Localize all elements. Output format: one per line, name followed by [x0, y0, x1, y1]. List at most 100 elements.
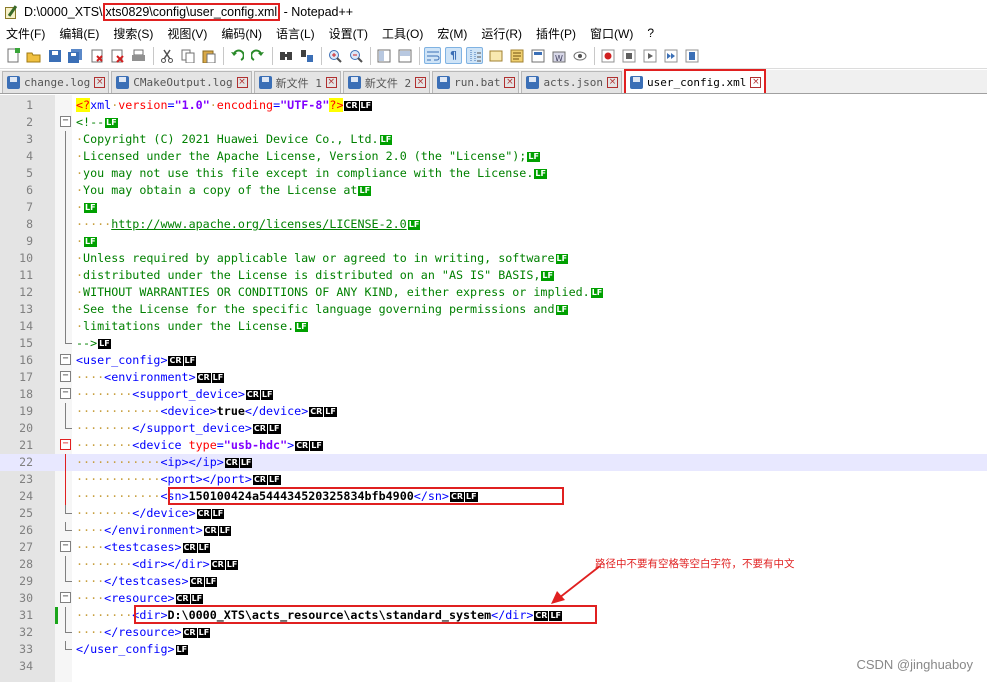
- word-wrap-icon[interactable]: [424, 47, 441, 64]
- close-all-icon[interactable]: [109, 47, 126, 64]
- close-icon[interactable]: ×: [607, 77, 619, 88]
- line-number: 8: [26, 217, 33, 231]
- close-icon[interactable]: ×: [94, 77, 106, 88]
- macro-stop-icon[interactable]: [620, 47, 637, 64]
- fold-toggle-icon[interactable]: −: [60, 592, 71, 603]
- code-line: 30− ····<resource> CR LF: [0, 590, 987, 607]
- saved-file-icon: [347, 76, 361, 89]
- line-number: 25: [19, 506, 33, 520]
- sync-horizontal-icon[interactable]: [396, 47, 413, 64]
- menu-window[interactable]: 窗口(W): [590, 25, 633, 42]
- zoom-in-icon[interactable]: [326, 47, 343, 64]
- user-language-icon[interactable]: [487, 47, 504, 64]
- menu-language[interactable]: 语言(L): [276, 25, 315, 42]
- fold-toggle-icon[interactable]: −: [60, 388, 71, 399]
- menu-plugins[interactable]: 插件(P): [536, 25, 576, 42]
- menu-edit[interactable]: 编辑(E): [59, 25, 99, 42]
- close-icon[interactable]: ×: [325, 77, 337, 88]
- line-number: 33: [19, 642, 33, 656]
- menu-view[interactable]: 视图(V): [167, 25, 207, 42]
- menu-file[interactable]: 文件(F): [6, 25, 45, 42]
- fold-toggle-icon[interactable]: −: [60, 116, 71, 127]
- code-line: 25 ········</device> CR LF: [0, 505, 987, 522]
- document-map-icon[interactable]: [508, 47, 525, 64]
- tab-change-log[interactable]: change.log ×: [2, 71, 110, 93]
- saved-file-icon: [258, 76, 272, 89]
- find-icon[interactable]: [277, 47, 294, 64]
- line-number: 1: [26, 98, 33, 112]
- menu-encoding[interactable]: 编码(N): [221, 25, 262, 42]
- code-line: 18− ········<support_device> CR LF: [0, 386, 987, 403]
- code-line: 9 · LF: [0, 233, 987, 250]
- close-file-icon[interactable]: [88, 47, 105, 64]
- fold-toggle-icon[interactable]: −: [60, 371, 71, 382]
- fold-toggle-icon[interactable]: −: [60, 439, 71, 450]
- close-icon[interactable]: ×: [236, 77, 248, 88]
- fold-toggle-icon[interactable]: −: [60, 541, 71, 552]
- title-prefix: D:\0000_XTS\: [24, 4, 103, 19]
- menu-search[interactable]: 搜索(S): [113, 25, 153, 42]
- code-line: 17− ····<environment> CR LF: [0, 369, 987, 386]
- indent-guide-icon[interactable]: [466, 47, 483, 64]
- save-all-icon[interactable]: [67, 47, 84, 64]
- line-number: 4: [26, 149, 33, 163]
- redo-icon[interactable]: [249, 47, 266, 64]
- close-icon[interactable]: ×: [415, 77, 427, 88]
- line-number: 19: [19, 404, 33, 418]
- open-file-icon[interactable]: [25, 47, 42, 64]
- menu-bar: 文件(F) 编辑(E) 搜索(S) 视图(V) 编码(N) 语言(L) 设置(T…: [0, 23, 987, 43]
- tab-user-config-xml[interactable]: user_config.xml ×: [624, 69, 767, 93]
- cut-icon[interactable]: [158, 47, 175, 64]
- undo-icon[interactable]: [228, 47, 245, 64]
- sync-vertical-icon[interactable]: [375, 47, 392, 64]
- saved-file-icon: [116, 76, 130, 89]
- license-link[interactable]: http://www.apache.org/licenses/LICENSE-2…: [111, 217, 407, 231]
- menu-tools[interactable]: 工具(O): [382, 25, 423, 42]
- tab-cmakeoutput-log[interactable]: CMakeOutput.log ×: [111, 71, 252, 93]
- tab-run-bat[interactable]: run.bat ×: [432, 71, 520, 93]
- macro-record-icon[interactable]: [599, 47, 616, 64]
- menu-help[interactable]: ?: [647, 26, 654, 40]
- menu-macro[interactable]: 宏(M): [437, 25, 467, 42]
- line-number: 11: [19, 268, 33, 282]
- macro-play-icon[interactable]: [641, 47, 658, 64]
- code-line-current: 22 ············<ip></ip> CR LF: [0, 454, 987, 471]
- tab-label: acts.json: [543, 76, 604, 89]
- function-list-icon[interactable]: [529, 47, 546, 64]
- line-number: 5: [26, 166, 33, 180]
- tab-label: change.log: [24, 76, 91, 89]
- line-number: 12: [19, 285, 33, 299]
- print-icon[interactable]: [130, 47, 147, 64]
- close-icon[interactable]: ×: [504, 77, 516, 88]
- monitoring-icon[interactable]: [571, 47, 588, 64]
- line-number: 26: [19, 523, 33, 537]
- zoom-out-icon[interactable]: [347, 47, 364, 64]
- save-icon[interactable]: [46, 47, 63, 64]
- tab-acts-json[interactable]: acts.json ×: [521, 71, 623, 93]
- saved-file-icon: [7, 76, 20, 89]
- new-file-icon[interactable]: [4, 47, 21, 64]
- close-icon[interactable]: ×: [750, 76, 762, 88]
- code-line: 28 ········<dir></dir> CR LF: [0, 556, 987, 573]
- line-number: 20: [19, 421, 33, 435]
- tab-new-file-2[interactable]: 新文件 2 ×: [342, 71, 431, 93]
- fold-toggle-icon[interactable]: −: [60, 354, 71, 365]
- folder-as-workspace-icon[interactable]: W: [550, 47, 567, 64]
- macro-save-icon[interactable]: [683, 47, 700, 64]
- copy-icon[interactable]: [179, 47, 196, 64]
- code-line: 19 ············<device>true</device> CR LF: [0, 403, 987, 420]
- paste-icon[interactable]: [200, 47, 217, 64]
- macro-run-multiple-icon[interactable]: [662, 47, 679, 64]
- code-line: 15 --> LF: [0, 335, 987, 352]
- editor-area[interactable]: 1 <?xml·version="1.0"·encoding="UTF-8"?> C…: [0, 95, 987, 682]
- tab-new-file-1[interactable]: 新文件 1 ×: [253, 71, 341, 93]
- watermark: CSDN @jinghuaboy: [856, 657, 973, 672]
- code-line: 32 ····</resource> CR LF: [0, 624, 987, 641]
- code-line: 27− ····<testcases> CR LF: [0, 539, 987, 556]
- tab-label: 新文件 2: [364, 76, 412, 90]
- code-line: 6 ·You may obtain a copy of the License a…: [0, 182, 987, 199]
- menu-settings[interactable]: 设置(T): [329, 25, 368, 42]
- menu-run[interactable]: 运行(R): [481, 25, 522, 42]
- replace-icon[interactable]: [298, 47, 315, 64]
- show-all-characters-icon[interactable]: ¶: [445, 47, 462, 64]
